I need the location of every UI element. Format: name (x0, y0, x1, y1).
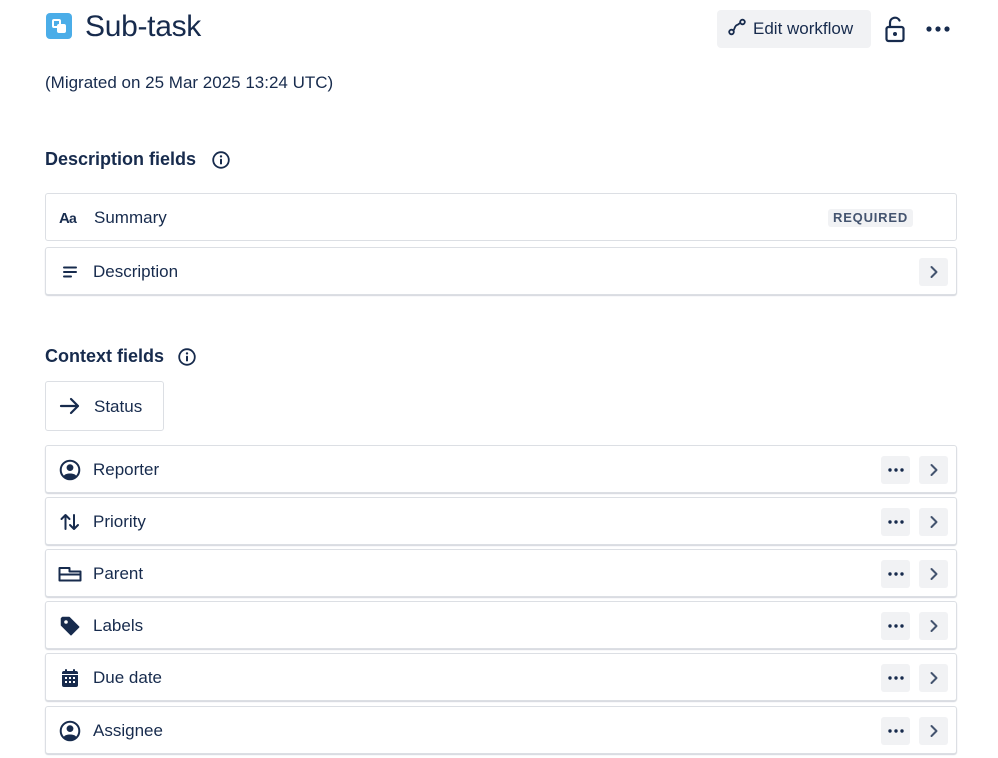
more-icon (926, 26, 950, 32)
field-more-button[interactable] (881, 717, 910, 745)
field-row-summary[interactable]: Aa Summary REQUIRED (45, 193, 957, 241)
migrated-note: (Migrated on 25 Mar 2025 13:24 UTC) (45, 73, 334, 92)
page-title: Sub-task (85, 10, 201, 43)
edit-workflow-button[interactable]: Edit workflow (717, 10, 871, 48)
description-fields-heading: Description fields (45, 149, 230, 170)
user-avatar-icon (58, 719, 82, 743)
chevron-right-icon (930, 464, 937, 476)
more-actions-button[interactable] (923, 16, 953, 42)
chevron-right-icon (930, 620, 937, 632)
expand-button[interactable] (919, 258, 948, 286)
arrow-right-icon (58, 394, 82, 418)
field-row-reporter[interactable]: Reporter (45, 445, 957, 493)
priority-arrows-icon (58, 510, 82, 534)
expand-button[interactable] (919, 560, 948, 588)
parent-icon (58, 562, 82, 586)
more-icon (887, 468, 904, 472)
workflow-icon (727, 17, 747, 42)
field-label: Reporter (93, 460, 160, 479)
field-label: Assignee (93, 721, 163, 740)
field-more-button[interactable] (881, 664, 910, 692)
field-more-button[interactable] (881, 456, 910, 484)
expand-button[interactable] (919, 717, 948, 745)
expand-button[interactable] (919, 456, 948, 484)
expand-button[interactable] (919, 664, 948, 692)
chevron-right-icon (930, 516, 937, 528)
svg-text:a: a (69, 210, 77, 226)
field-label: Description (93, 262, 179, 281)
context-fields-title: Context fields (45, 346, 165, 366)
field-row-assignee[interactable]: Assignee (45, 706, 957, 754)
required-badge: REQUIRED (828, 209, 914, 227)
edit-workflow-label: Edit workflow (753, 19, 854, 38)
field-more-button[interactable] (881, 560, 910, 588)
field-label: Labels (93, 616, 144, 635)
field-row-labels[interactable]: Labels (45, 601, 957, 649)
status-label: Status (94, 397, 143, 416)
context-fields-heading: Context fields (45, 346, 196, 367)
field-label: Due date (93, 668, 162, 687)
chevron-right-icon (930, 725, 937, 737)
info-icon[interactable] (212, 150, 230, 169)
status-field[interactable]: Status (45, 381, 164, 431)
more-icon (887, 572, 904, 576)
field-row-due-date[interactable]: Due date (45, 653, 957, 701)
field-row-priority[interactable]: Priority (45, 497, 957, 545)
calendar-icon (58, 666, 82, 690)
unlock-button[interactable] (883, 14, 907, 44)
user-avatar-icon (58, 458, 82, 482)
chevron-right-icon (930, 568, 937, 580)
field-more-button[interactable] (881, 612, 910, 640)
unlock-icon (885, 16, 905, 43)
field-label: Parent (93, 564, 144, 583)
field-label: Priority (93, 512, 146, 531)
subtask-icon (46, 13, 72, 39)
more-icon (887, 729, 904, 733)
expand-button[interactable] (919, 612, 948, 640)
chevron-right-icon (930, 672, 937, 684)
expand-button[interactable] (919, 508, 948, 536)
description-fields-title: Description fields (45, 149, 197, 169)
more-icon (887, 624, 904, 628)
text-lines-icon (58, 260, 82, 284)
field-label: Summary (94, 208, 167, 227)
more-icon (887, 520, 904, 524)
more-icon (887, 676, 904, 680)
info-icon[interactable] (178, 347, 196, 366)
field-row-description[interactable]: Description (45, 247, 957, 295)
field-more-button[interactable] (881, 508, 910, 536)
page-header: Sub-task Edit workflow (45, 8, 955, 50)
text-aa-icon: Aa (58, 206, 82, 230)
field-row-parent[interactable]: Parent (45, 549, 957, 597)
chevron-right-icon (930, 266, 937, 278)
tag-icon (58, 614, 82, 638)
